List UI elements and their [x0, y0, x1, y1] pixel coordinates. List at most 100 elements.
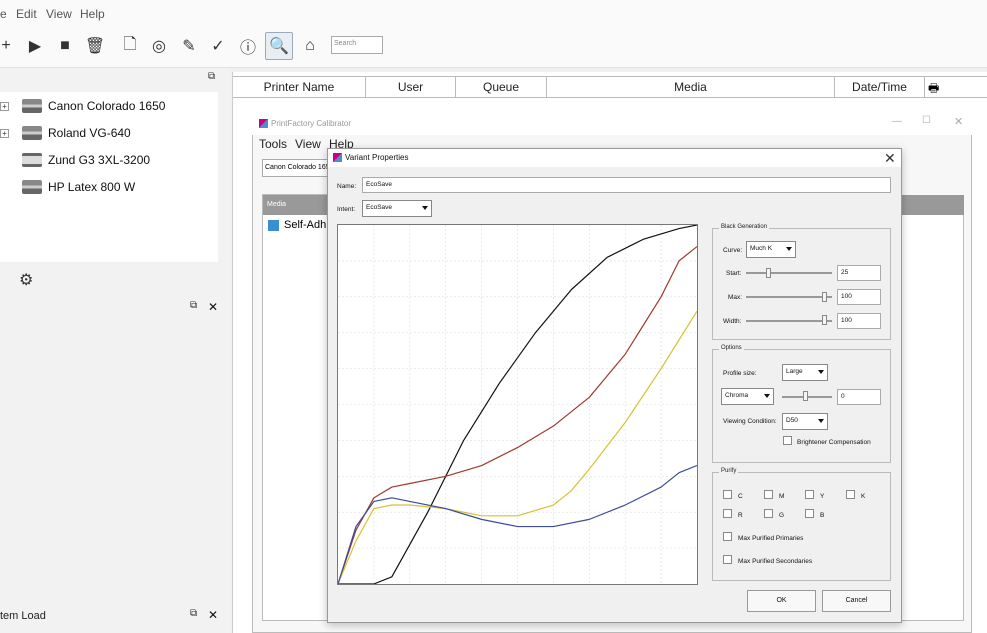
purify-y-label: Y [820, 493, 825, 500]
purify-y-checkbox[interactable] [805, 490, 814, 499]
intent-label: Intent: [337, 206, 356, 213]
search-icon[interactable]: 🔍 [265, 32, 293, 60]
info-icon[interactable]: ⓘ [234, 32, 262, 60]
max-slider-thumb[interactable] [822, 292, 827, 302]
chevron-down-icon [818, 419, 824, 423]
column-user[interactable]: User [366, 76, 456, 98]
restore-icon[interactable]: ⧉ [208, 71, 215, 82]
cancel-button[interactable]: Cancel [822, 590, 891, 612]
chart-svg [337, 224, 698, 585]
start-slider-track[interactable] [746, 272, 832, 274]
purify-r-checkbox[interactable] [723, 509, 732, 518]
media-item[interactable]: Self-Adh [268, 219, 326, 231]
brightener-checkbox[interactable] [783, 436, 792, 445]
purify-k-checkbox[interactable] [846, 490, 855, 499]
search-input[interactable]: Search [331, 36, 383, 54]
minimize-icon[interactable]: — [892, 116, 902, 127]
menu-edit[interactable]: Edit [16, 7, 37, 21]
ok-button[interactable]: OK [747, 590, 816, 612]
max-field[interactable]: 100 [837, 289, 881, 305]
app-logo-icon [259, 119, 268, 128]
chroma-select[interactable]: Chroma [721, 388, 774, 405]
printer-icon [22, 126, 42, 140]
chroma-slider-thumb[interactable] [803, 391, 808, 401]
chevron-down-icon [786, 247, 792, 251]
expand-icon[interactable]: + [0, 102, 9, 111]
pencil-icon[interactable]: ✎ [175, 32, 203, 60]
chevron-down-icon [764, 394, 770, 398]
tree-item-zund[interactable]: Zund G3 3XL-3200 [22, 153, 150, 167]
print-icon[interactable]: 🖶 [928, 79, 939, 100]
trash-icon[interactable]: 🗑 [81, 32, 109, 60]
expand-icon[interactable]: + [0, 129, 9, 138]
tree-item-canon[interactable]: Canon Colorado 1650 [22, 99, 165, 113]
menu-file[interactable]: e [0, 7, 7, 21]
purify-c-label: C [738, 493, 743, 500]
curve-select[interactable]: Much K [746, 241, 796, 258]
black-generation-chart [337, 224, 698, 585]
start-slider-thumb[interactable] [766, 268, 771, 278]
restore-icon[interactable]: ⧉ [190, 608, 197, 619]
cutter-icon [22, 153, 42, 167]
purify-c-checkbox[interactable] [723, 490, 732, 499]
close-icon[interactable]: ✕ [208, 608, 218, 622]
close-icon[interactable]: ✕ [208, 300, 218, 314]
chroma-field[interactable]: 0 [837, 389, 881, 405]
printer-tree [0, 92, 218, 262]
purify-m-label: M [779, 493, 785, 500]
column-queue[interactable]: Queue [456, 76, 547, 98]
width-field[interactable]: 100 [837, 313, 881, 329]
purify-r-label: R [738, 512, 743, 519]
media-list [262, 194, 332, 621]
menu-view[interactable]: View [295, 137, 321, 151]
settings-gear-icon[interactable]: ⚙ [19, 270, 33, 290]
profile-size-select[interactable]: Large [782, 364, 828, 381]
width-slider-thumb[interactable] [822, 315, 827, 325]
viewing-condition-select[interactable]: D50 [782, 413, 828, 430]
restore-icon[interactable]: ⧉ [190, 300, 197, 311]
play-icon[interactable]: ▶ [21, 32, 49, 60]
purify-g-label: G [779, 512, 785, 519]
purify-m-checkbox[interactable] [764, 490, 773, 499]
intent-select[interactable]: EcoSave [362, 200, 432, 217]
menu-view[interactable]: View [46, 7, 72, 21]
purify-k-label: K [861, 493, 866, 500]
printer-select[interactable]: Canon Colorado 1650 [262, 159, 332, 177]
max-label: Max: [728, 294, 743, 301]
details-header [900, 195, 964, 215]
new-document-icon[interactable]: 🗋 [116, 32, 144, 60]
column-printer-name[interactable]: Printer Name [233, 76, 366, 98]
purify-b-checkbox[interactable] [805, 509, 814, 518]
app-logo-icon [333, 153, 342, 162]
tree-item-hp[interactable]: HP Latex 800 W [22, 180, 135, 194]
profile-size-label: Profile size: [723, 370, 757, 377]
purify-g-checkbox[interactable] [764, 509, 773, 518]
start-label: Start: [726, 270, 742, 277]
stop-icon[interactable]: ■ [51, 32, 79, 60]
purify-b-label: B [820, 512, 825, 519]
width-slider-track[interactable] [746, 320, 832, 322]
maximize-icon[interactable]: ☐ [922, 115, 931, 126]
name-field[interactable]: EcoSave [362, 177, 891, 193]
menu-tools[interactable]: Tools [259, 137, 287, 151]
target-icon[interactable]: ◎ [145, 32, 173, 60]
calibrator-title: PrintFactory Calibrator [271, 119, 352, 128]
menu-help[interactable]: Help [80, 7, 105, 21]
brightener-label: Brightener Compensation [797, 439, 871, 446]
tree-item-roland[interactable]: Roland VG-640 [22, 126, 131, 140]
max-slider-track[interactable] [746, 296, 832, 298]
column-datetime[interactable]: Date/Time [835, 76, 925, 98]
max-purified-primaries-checkbox[interactable] [723, 532, 732, 541]
check-icon[interactable]: ✓ [204, 32, 232, 60]
dialog-title: Variant Properties [328, 149, 901, 167]
start-field[interactable]: 25 [837, 265, 881, 281]
column-media[interactable]: Media [547, 76, 835, 98]
name-label: Name: [337, 183, 357, 190]
close-icon[interactable]: ✕ [884, 150, 896, 167]
main-menubar: e Edit View Help [0, 0, 987, 28]
home-icon[interactable]: ⌂ [296, 32, 324, 60]
printer-icon [22, 99, 42, 113]
add-icon[interactable]: + [0, 32, 20, 60]
max-purified-secondaries-checkbox[interactable] [723, 555, 732, 564]
close-icon[interactable]: ✕ [954, 115, 963, 128]
